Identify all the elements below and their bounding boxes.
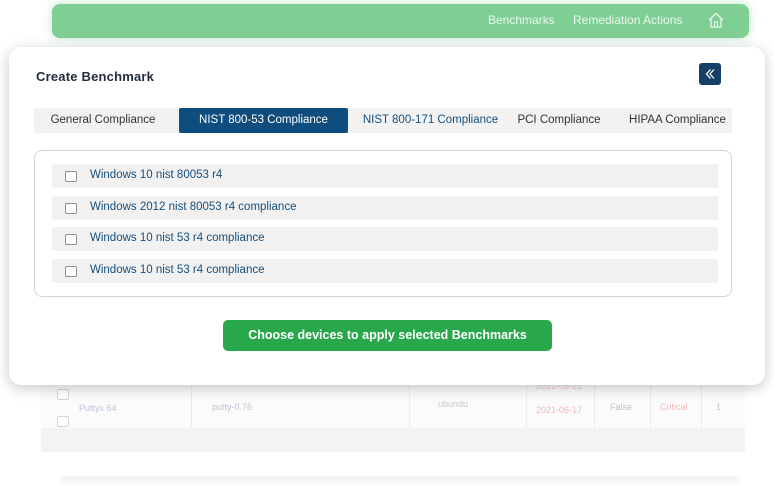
chevron-left-icon xyxy=(705,69,715,79)
tab-hipaa-compliance[interactable]: HIPAA Compliance xyxy=(618,108,737,133)
table-cell-date: 2021-06-17 xyxy=(536,405,583,415)
benchmark-list: Windows 10 nist 80053 r4 Windows 2012 ni… xyxy=(34,150,732,297)
row-checkbox[interactable] xyxy=(57,416,69,427)
benchmark-label[interactable]: Windows 10 nist 80053 r4 xyxy=(90,169,222,181)
choose-devices-button[interactable]: Choose devices to apply selected Benchma… xyxy=(223,320,552,351)
back-button[interactable] xyxy=(699,63,721,85)
list-item[interactable]: Windows 10 nist 80053 r4 xyxy=(52,164,718,188)
create-benchmark-modal: Create Benchmark General Compliance NIST… xyxy=(9,47,765,385)
table-cell-os: ubundu xyxy=(438,399,469,409)
list-item[interactable]: Windows 10 nist 53 r4 compliance xyxy=(52,227,718,251)
table-cell-severity: Critical xyxy=(660,402,688,412)
compliance-tabs: General Compliance NIST 800-53 Complianc… xyxy=(34,108,732,133)
row-checkbox[interactable] xyxy=(57,389,69,400)
benchmark-checkbox[interactable] xyxy=(65,203,77,214)
table-cell-flag: False xyxy=(610,402,633,412)
list-item[interactable]: Windows 10 nist 53 r4 compliance xyxy=(52,259,718,283)
benchmark-label[interactable]: Windows 10 nist 53 r4 compliance xyxy=(90,264,265,276)
tab-nist-800-171-compliance[interactable]: NIST 800-171 Compliance xyxy=(353,108,508,133)
table-cell-package: putty-0.76 xyxy=(212,402,253,412)
benchmark-label[interactable]: Windows 10 nist 53 r4 compliance xyxy=(90,232,265,244)
benchmark-checkbox[interactable] xyxy=(65,234,77,245)
top-navigation-bar: Benchmarks Remediation Actions xyxy=(52,4,749,38)
table-row xyxy=(41,428,745,452)
benchmark-checkbox[interactable] xyxy=(65,266,77,277)
tab-pci-compliance[interactable]: PCI Compliance xyxy=(511,108,607,133)
modal-title: Create Benchmark xyxy=(36,69,155,84)
table-cell-count: 1 xyxy=(716,402,722,412)
nav-link-benchmarks[interactable]: Benchmarks xyxy=(488,13,555,27)
home-icon[interactable] xyxy=(707,11,725,29)
background-panel-edge xyxy=(60,476,740,484)
tab-nist-800-53-compliance[interactable]: NIST 800-53 Compliance xyxy=(179,108,348,133)
nav-link-remediation-actions[interactable]: Remediation Actions xyxy=(573,13,682,27)
benchmark-checkbox[interactable] xyxy=(65,171,77,182)
list-item[interactable]: Windows 2012 nist 80053 r4 compliance xyxy=(52,196,718,220)
benchmark-label[interactable]: Windows 2012 nist 80053 r4 compliance xyxy=(90,201,296,213)
tab-general-compliance[interactable]: General Compliance xyxy=(34,108,172,133)
table-cell-name: Puttyx 64 xyxy=(79,403,117,413)
